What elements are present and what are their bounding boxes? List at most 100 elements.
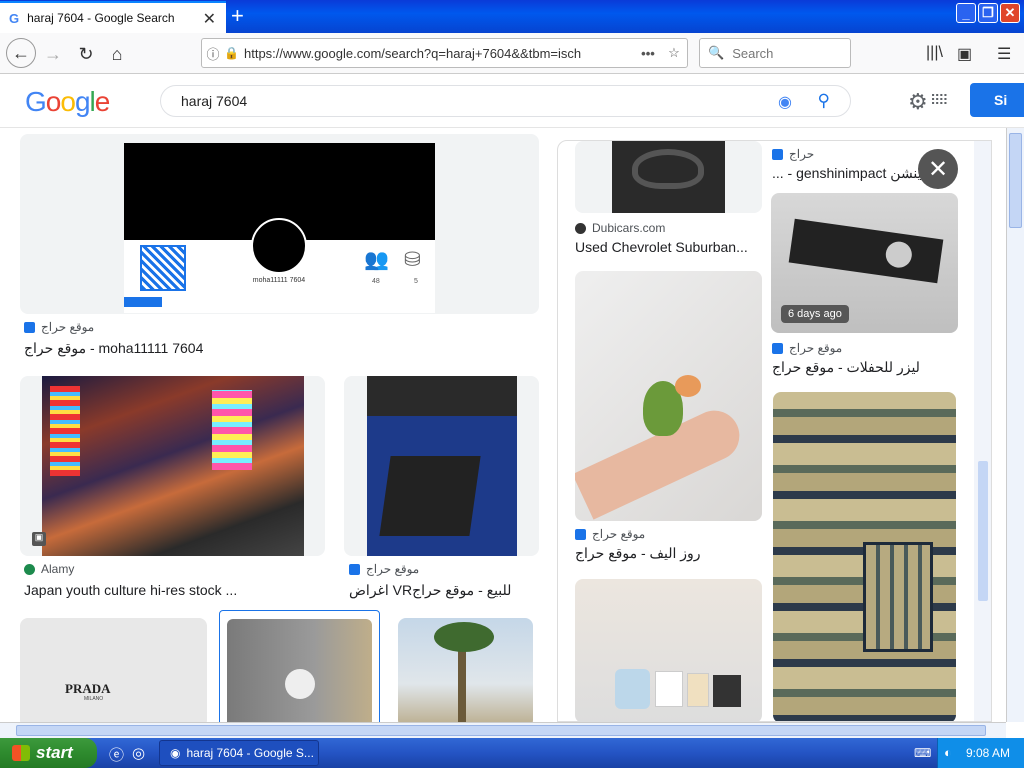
close-window-button[interactable]: ✕	[1000, 3, 1020, 23]
google-header: Google haraj 7604 ◉ ⚲ ⚙ ⠿⠿ Si	[0, 74, 1024, 128]
settings-gear-icon[interactable]: ⚙	[908, 89, 928, 115]
reload-button[interactable]: ↻	[73, 41, 99, 67]
car-interior-photo	[612, 141, 725, 213]
haraj-favicon-icon	[772, 342, 783, 354]
vertical-scroll-thumb[interactable]	[1009, 133, 1022, 228]
panel-source-3[interactable]: حراج	[772, 147, 814, 161]
url-text[interactable]: https://www.google.com/search?q=haraj+76…	[240, 46, 635, 61]
dubicars-favicon-icon	[575, 222, 586, 234]
lens-icon[interactable]: ◉	[778, 92, 792, 112]
tab-google-search[interactable]: G haraj 7604 - Google Search ✕	[0, 1, 226, 33]
panel-title-3[interactable]: ... - genshinimpact جينشن	[772, 165, 922, 182]
vertical-scrollbar[interactable]	[1006, 128, 1024, 722]
url-bar[interactable]: ⓘ 🔒 https://www.google.com/search?q=hara…	[201, 38, 688, 68]
page-actions-icon[interactable]: •••	[635, 46, 661, 61]
brand-sub-text: MILANO	[84, 696, 104, 702]
network-icon[interactable]: ◐	[944, 745, 952, 760]
home-button[interactable]: ⌂	[104, 41, 130, 67]
haraj-logo	[124, 297, 162, 307]
users-icon: 👥	[364, 249, 389, 271]
forward-button[interactable]: →	[40, 41, 66, 67]
result-source-1[interactable]: موقع حراج	[24, 320, 94, 334]
search-submit-icon[interactable]: ⚲	[818, 91, 830, 111]
close-tab-icon[interactable]: ✕	[203, 9, 216, 29]
box-icon: ⛁	[404, 249, 421, 271]
clock: 9:08 AM	[966, 746, 1011, 760]
result-title-2[interactable]: Japan youth culture hi-res stock ...	[24, 582, 324, 598]
google-search-input[interactable]: haraj 7604 ◉ ⚲	[160, 85, 851, 117]
haraj-favicon-icon	[575, 528, 586, 540]
menu-icon[interactable]: ☰	[997, 44, 1011, 64]
close-panel-button[interactable]: ✕	[918, 149, 958, 189]
sidebar-icon[interactable]: ▣	[957, 44, 972, 64]
panel-scroll-thumb[interactable]	[978, 461, 988, 601]
panel-scrollbar[interactable]	[974, 141, 991, 721]
start-button[interactable]: start	[0, 738, 97, 768]
palm-tree-icon	[434, 622, 494, 652]
result-image-5[interactable]	[219, 610, 380, 722]
laser-device-icon	[788, 218, 944, 284]
firefox-icon: ◉	[170, 746, 181, 760]
panel-source-4[interactable]: موقع حراج	[772, 341, 842, 355]
google-favicon-icon: G	[9, 10, 20, 26]
new-tab-button[interactable]: +	[231, 2, 244, 30]
panel-source-2[interactable]: موقع حراج	[575, 527, 645, 541]
result-image-3[interactable]	[344, 376, 539, 556]
umbrella-light-icon	[285, 669, 315, 699]
result-image-1[interactable]: moha11111 7604 👥 48 ⛁ 5	[20, 134, 539, 314]
brand-text: PRADA	[65, 681, 111, 696]
horizontal-scroll-thumb[interactable]	[16, 725, 986, 736]
google-logo[interactable]: Google	[25, 86, 110, 118]
qr-code-icon	[140, 245, 186, 291]
image-icon: ▣	[32, 532, 46, 546]
panel-image-5[interactable]	[773, 392, 956, 721]
library-icon[interactable]: |||\	[926, 44, 943, 62]
panel-title-1[interactable]: Used Chevrolet Suburban...	[575, 239, 765, 255]
result-source-3[interactable]: موقع حراج	[349, 562, 419, 576]
time-badge: 6 days ago	[781, 305, 849, 323]
keyboard-icon[interactable]: ⌨	[914, 746, 931, 760]
query-text[interactable]: haraj 7604	[181, 93, 247, 109]
panel-image-1[interactable]	[575, 141, 762, 213]
back-button[interactable]: ←	[6, 38, 36, 68]
apps-grid-icon[interactable]: ⠿⠿	[930, 92, 948, 109]
stat-count-1: 48	[372, 278, 380, 285]
haraj-favicon-icon	[772, 148, 783, 160]
haraj-favicon-icon	[349, 563, 360, 575]
panel-image-2[interactable]	[575, 271, 762, 521]
panel-title-2[interactable]: روز اليف - موقع حراج	[575, 545, 765, 562]
info-icon[interactable]: ⓘ	[202, 44, 224, 63]
stat-count-2: 5	[414, 278, 418, 285]
panel-title-4[interactable]: ليزر للحفلات - موقع حراج	[772, 359, 962, 376]
console-photo	[367, 376, 517, 556]
browser-search-input[interactable]: 🔍 Search	[699, 38, 851, 68]
result-image-2[interactable]: ▣	[20, 376, 325, 556]
result-title-3[interactable]: اغراض VRللبيع - موقع حراج	[349, 582, 539, 599]
title-bar: G haraj 7604 - Google Search ✕ + _ ❐ ✕	[0, 0, 1024, 33]
alamy-favicon-icon	[24, 563, 35, 575]
result-title-1[interactable]: موقع حراج - moha11111 7604	[24, 340, 524, 357]
maximize-button[interactable]: ❐	[978, 3, 998, 23]
panel-source-1[interactable]: Dubicars.com	[575, 221, 665, 235]
camera-icon	[615, 669, 650, 709]
result-image-6[interactable]	[398, 618, 533, 722]
cushion-shape	[863, 542, 933, 652]
panel-image-3[interactable]	[575, 579, 762, 721]
profile-image: moha11111 7604 👥 48 ⛁ 5	[124, 143, 435, 313]
system-tray: ◐ 9:08 AM	[937, 738, 1024, 768]
ie-quicklaunch-icon[interactable]: ⓔ	[109, 744, 124, 765]
sign-in-button[interactable]: Si	[970, 83, 1024, 117]
taskbar: start ⓔ ◎ ◉ haraj 7604 - Google S... ⌨ ◐ …	[0, 738, 1024, 768]
search-icon: 🔍	[708, 45, 725, 60]
panel-image-4[interactable]: 6 days ago	[771, 193, 958, 333]
bookmark-star-icon[interactable]: ☆	[661, 45, 687, 61]
quicklaunch-icon[interactable]: ◎	[132, 744, 145, 762]
result-image-4[interactable]: PRADA MILANO	[20, 618, 207, 722]
navigation-bar: ← → ↻ ⌂ ⓘ 🔒 https://www.google.com/searc…	[0, 33, 1024, 74]
horizontal-scrollbar[interactable]	[0, 722, 1006, 738]
taskbar-item-browser[interactable]: ◉ haraj 7604 - Google S...	[159, 740, 319, 766]
minimize-button[interactable]: _	[956, 3, 976, 23]
result-source-2[interactable]: Alamy	[24, 562, 74, 576]
windows-flag-icon	[12, 745, 30, 761]
avatar	[251, 218, 307, 274]
